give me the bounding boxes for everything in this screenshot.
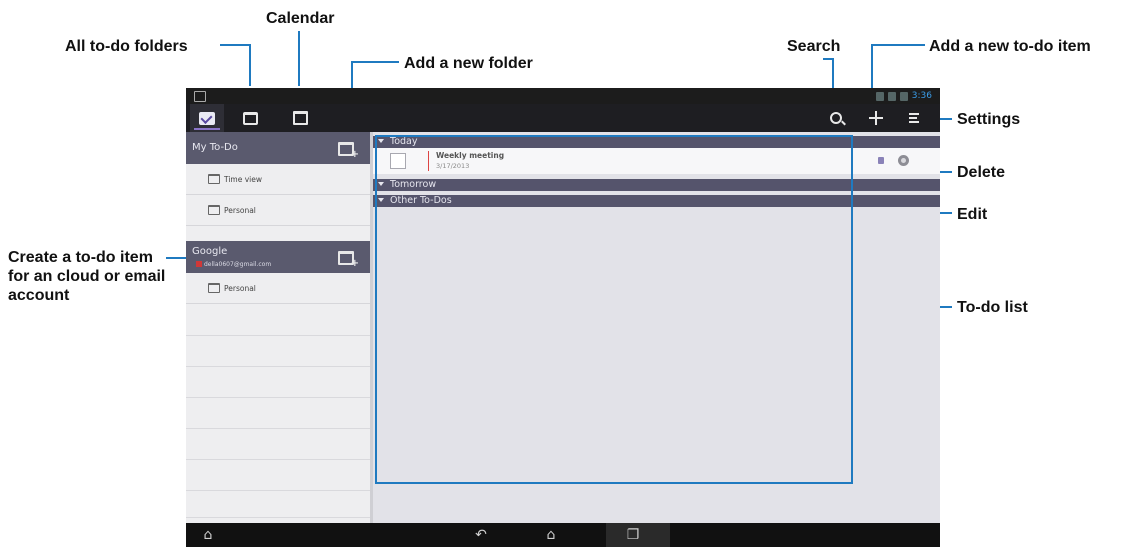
leader-add-item-h [871, 44, 925, 46]
battery-icon [899, 91, 908, 101]
add-folder-icon[interactable] [338, 251, 359, 269]
edit-icon[interactable] [878, 157, 884, 164]
add-folder-icon[interactable] [338, 142, 359, 160]
status-clock: 3:36 [911, 91, 932, 101]
all-todo-folders-button[interactable] [234, 104, 266, 132]
sidebar-item-time-view[interactable]: Time view [186, 164, 370, 195]
back-icon[interactable]: ↶ [468, 523, 494, 547]
folder-group-my-todo[interactable]: My To-Do [186, 132, 370, 164]
folder-group-google[interactable]: Google della0607@gmail.com [186, 241, 370, 273]
action-bar [186, 104, 940, 132]
checkbox-icon [199, 111, 215, 125]
folder-sidebar: My To-Do Time view Personal Google della… [186, 132, 370, 523]
home-icon[interactable]: ⌂ [538, 523, 564, 547]
sidebar-item-personal[interactable]: Personal [186, 195, 370, 226]
sidebar-item-label: Personal [224, 205, 256, 215]
status-bar: 3:36 [186, 88, 940, 104]
callout-add-new-todo-item: Add a new to-do item [929, 38, 1091, 55]
folder-icon [208, 205, 220, 215]
settings-button[interactable] [900, 104, 928, 132]
sidebar-divider [186, 335, 370, 336]
leader-create-account [166, 257, 188, 259]
callout-calendar: Calendar [266, 10, 335, 27]
callout-create-account-item: Create a to-do item for an cloud or emai… [8, 249, 166, 304]
system-nav-bar: ⌂ ↶ ⌂ ❐ [186, 523, 940, 547]
add-todo-item-button[interactable] [862, 104, 890, 132]
callout-edit: Edit [957, 206, 988, 223]
search-icon [830, 112, 842, 124]
callout-settings: Settings [957, 111, 1021, 128]
tab-todo[interactable] [190, 104, 224, 132]
sidebar-divider [186, 459, 370, 460]
todo-list-highlight-box [375, 135, 853, 484]
folder-icon [242, 111, 258, 125]
delete-icon[interactable] [898, 155, 909, 166]
callout-all-todo-folders: All to-do folders [65, 38, 188, 55]
account-email: della0607@gmail.com [196, 261, 271, 268]
sidebar-divider [186, 428, 370, 429]
wifi-icon [887, 91, 896, 101]
folder-icon [208, 174, 220, 184]
sidebar-divider [186, 397, 370, 398]
screenshot-notification-icon [194, 91, 206, 102]
signal-icon [875, 91, 884, 101]
folder-group-label: My To-Do [192, 142, 238, 153]
leader-calendar [298, 31, 300, 86]
sidebar-item-label: Personal [224, 283, 256, 293]
recent-apps-icon[interactable]: ❐ [620, 523, 646, 547]
sidebar-item-google-personal[interactable]: Personal [186, 273, 370, 304]
plus-icon [869, 111, 883, 125]
folder-icon [208, 283, 220, 293]
leader-all-folders-v [249, 44, 251, 86]
sidebar-divider [186, 517, 370, 518]
leader-add-folder-h [351, 61, 399, 63]
sidebar-item-label: Time view [224, 174, 263, 184]
menu-icon [909, 113, 919, 123]
sidebar-divider [186, 366, 370, 367]
callout-add-new-folder: Add a new folder [404, 55, 533, 72]
callout-delete: Delete [957, 164, 1006, 181]
callout-search: Search [787, 38, 841, 55]
calendar-icon [292, 111, 308, 125]
callout-todo-list: To-do list [957, 299, 1028, 316]
asus-menu-icon[interactable]: ⌂ [194, 523, 222, 547]
leader-all-folders-h [220, 44, 250, 46]
search-button[interactable] [822, 104, 850, 132]
calendar-button[interactable] [284, 104, 316, 132]
folder-group-label: Google [192, 246, 228, 257]
sidebar-divider [186, 490, 370, 491]
status-icons: 3:36 [875, 90, 932, 102]
